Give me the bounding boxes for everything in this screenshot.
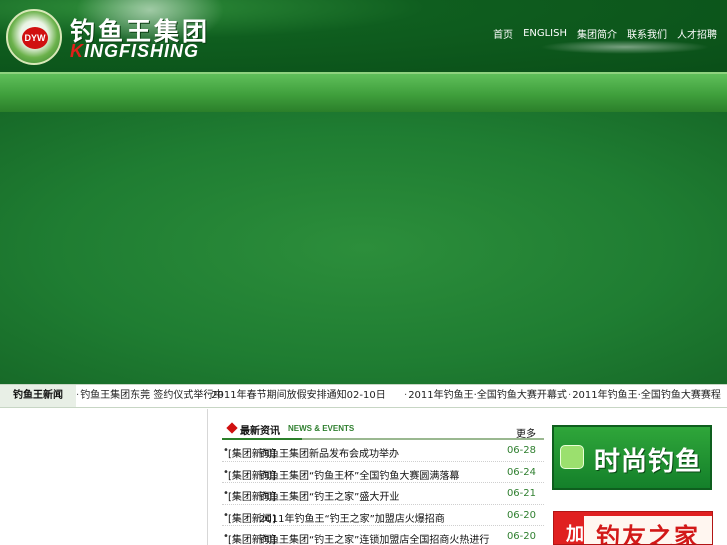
news-list-item[interactable]: • [集团新闻] 钓鱼王集团“钓王之家”连锁加盟店全国招商火热进行 06-20	[222, 526, 544, 545]
fish-logo-icon	[560, 445, 584, 469]
news-more-link[interactable]: 更多	[516, 425, 536, 440]
company-logo-badge[interactable]: DYW	[6, 9, 62, 65]
nav-english[interactable]: ENGLISH	[523, 28, 567, 39]
logo-english-name: KINGFISHING	[70, 41, 199, 62]
nav-contact[interactable]: 联系我们	[627, 26, 667, 41]
news-title-en: NEWS & EVENTS	[288, 424, 355, 433]
news-headline[interactable]: 钓鱼王集团“钓鱼王杯”全国钓鱼大赛圆满落幕	[259, 467, 459, 482]
fashion-fishing-promo[interactable]: 时尚钓鱼	[552, 425, 712, 490]
news-date: 06-20	[506, 509, 536, 521]
ticker-item[interactable]: 钓鱼王集团东莞 签约仪式举行中	[76, 385, 223, 407]
site-header: DYW 钓鱼王集团 KINGFISHING 首页 ENGLISH 集团简介 联系…	[0, 0, 727, 72]
logo-en-rest: INGFISHING	[84, 41, 200, 61]
news-headline[interactable]: 钓鱼王集团新品发布会成功举办	[259, 445, 399, 460]
news-list-item[interactable]: • [集团新闻] 钓鱼王集团“钓王之家”盛大开业 06-21	[222, 483, 544, 505]
logo-en-k: K	[70, 41, 84, 61]
ticker-label: 钓鱼王新闻	[0, 385, 76, 407]
news-ticker: 钓鱼王新闻 钓鱼王集团东莞 签约仪式举行中 2011年春节期间放假安排通知02-…	[0, 384, 727, 408]
news-date: 06-21	[506, 488, 536, 499]
latest-news-section: 最新资讯 NEWS & EVENTS 更多 • [集团新闻] 钓鱼王集团新品发布…	[222, 418, 544, 545]
red-diamond-icon	[226, 422, 238, 434]
news-headline[interactable]: 钓鱼王集团“钓王之家”连锁加盟店全国招商火热进行	[259, 531, 489, 545]
news-list: • [集团新闻] 钓鱼王集团新品发布会成功举办 06-28 • [集团新闻] 钓…	[222, 440, 544, 545]
news-header: 最新资讯 NEWS & EVENTS 更多	[222, 418, 544, 440]
news-list-item[interactable]: • [集团新闻] 2011年钓鱼王“钓王之家”加盟店火爆招商 06-20	[222, 505, 544, 526]
news-title: 最新资讯	[240, 426, 280, 437]
promo1-text: 时尚钓鱼	[594, 447, 703, 477]
nav-home[interactable]: 首页	[493, 26, 513, 41]
news-headline[interactable]: 2011年钓鱼王“钓王之家”加盟店火爆招商	[259, 510, 445, 525]
nav-about[interactable]: 集团简介	[577, 26, 617, 41]
top-navigation: 首页 ENGLISH 集团简介 联系我们 人才招聘	[493, 26, 717, 41]
franchise-promo[interactable]: 加 钓友之家	[553, 511, 713, 545]
news-date: 06-24	[506, 466, 536, 478]
logo-badge-text: DYW	[22, 27, 48, 49]
news-date: 06-28	[506, 445, 536, 456]
left-side-panel	[0, 409, 208, 545]
nav-jobs[interactable]: 人才招聘	[677, 26, 717, 41]
news-list-item[interactable]: • [集团新闻] 钓鱼王集团“钓鱼王杯”全国钓鱼大赛圆满落幕 06-24	[222, 462, 544, 483]
ticker-item[interactable]: 2011年钓鱼王·全国钓鱼大赛开幕式	[404, 385, 567, 407]
ticker-item[interactable]: 2011年钓鱼王·全国钓鱼大赛赛程	[568, 385, 721, 407]
menu-band	[0, 72, 727, 112]
promo2-text: 钓友之家	[596, 523, 700, 545]
nav-glow	[540, 40, 710, 54]
news-list-item[interactable]: • [集团新闻] 钓鱼王集团新品发布会成功举办 06-28	[222, 440, 544, 462]
news-date: 06-20	[506, 531, 536, 542]
ticker-item[interactable]: 2011年春节期间放假安排通知02-10日	[207, 385, 386, 407]
promo2-join-char: 加	[566, 524, 584, 545]
main-banner[interactable]	[0, 112, 727, 384]
news-headline[interactable]: 钓鱼王集团“钓王之家”盛大开业	[259, 488, 399, 503]
